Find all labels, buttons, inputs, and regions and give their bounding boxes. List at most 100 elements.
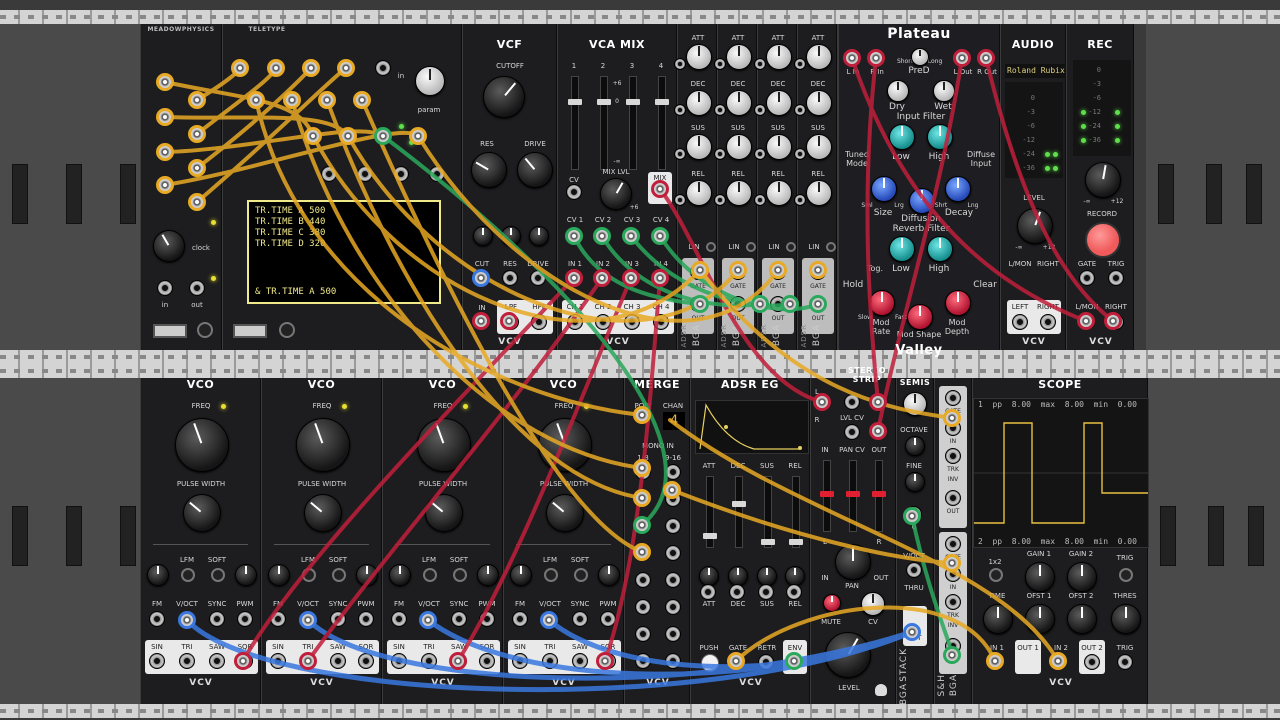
semis-voct-jack[interactable] [906, 562, 922, 578]
adsr-3-sus-cv-jack[interactable] [754, 148, 766, 160]
teletype-trig-4[interactable] [429, 166, 445, 182]
reverb-low-knob[interactable] [889, 236, 915, 262]
rec-level-knob[interactable] [1085, 162, 1121, 198]
adsreg-att-fader[interactable] [703, 476, 717, 548]
vco-2-in-jack-1[interactable] [270, 611, 286, 627]
mod-shape-knob[interactable] [907, 304, 933, 330]
cable-plug-56[interactable] [633, 459, 651, 477]
vco-4-control-4[interactable] [598, 564, 620, 586]
adsreg-dec-fader[interactable] [732, 476, 746, 548]
cable-plug-43[interactable] [953, 49, 971, 67]
scope-out2-jack[interactable] [1084, 654, 1100, 670]
cable-plug-6[interactable] [188, 125, 206, 143]
push-button[interactable] [701, 654, 719, 672]
vco-3-control-2[interactable] [423, 568, 437, 582]
vco-3-control-1[interactable] [389, 564, 411, 586]
cable-plug-11[interactable] [302, 59, 320, 77]
cable-plug-71[interactable] [986, 652, 1004, 670]
hpf-out-jack[interactable] [531, 314, 547, 330]
adsr-3-dec-cv-jack[interactable] [754, 104, 766, 116]
ch1-out-jack[interactable] [567, 314, 583, 330]
cable-plug-37[interactable] [691, 295, 709, 313]
drive-knob[interactable] [517, 152, 553, 188]
adsr-4-lin-button[interactable] [826, 242, 836, 252]
cable-plug-7[interactable] [188, 159, 206, 177]
ofst1-knob[interactable] [1025, 604, 1055, 634]
adsr-3-sus-knob[interactable] [766, 134, 792, 160]
audio-left-jack[interactable] [1012, 314, 1028, 330]
param-knob[interactable] [415, 66, 445, 96]
vco-3-control-3[interactable] [453, 568, 467, 582]
vco-1-in-jack-4[interactable] [237, 611, 253, 627]
cable-plug-17[interactable] [304, 127, 322, 145]
sh-2-gate-jack[interactable] [945, 536, 961, 552]
cable-plug-54[interactable] [596, 652, 614, 670]
vco-1-pw-knob[interactable] [183, 494, 221, 532]
adsr-4-sus-cv-jack[interactable] [794, 148, 806, 160]
cable-plug-53[interactable] [449, 652, 467, 670]
size-knob[interactable] [871, 176, 897, 202]
merge-in-jack-11[interactable] [665, 518, 681, 534]
merge-in-jack-6[interactable] [635, 599, 651, 615]
rec-trig-jack[interactable] [1108, 270, 1124, 286]
res-att-knob[interactable] [501, 226, 521, 246]
adsr-1-rel-cv-jack[interactable] [674, 194, 686, 206]
sh-2-trk-jack[interactable] [945, 594, 961, 610]
sh-1-trk-jack[interactable] [945, 448, 961, 464]
adsr-1-sus-knob[interactable] [686, 134, 712, 160]
mod-depth-knob[interactable] [945, 290, 971, 316]
cable-plug-57[interactable] [633, 489, 651, 507]
vco-2-control-4[interactable] [356, 564, 378, 586]
cable-plug-12[interactable] [337, 59, 355, 77]
teletype-in-jack[interactable] [375, 60, 391, 76]
adsr-2-sus-cv-jack[interactable] [714, 148, 726, 160]
ofst2-knob[interactable] [1067, 604, 1097, 634]
cable-plug-23[interactable] [500, 312, 518, 330]
diffusion-knob[interactable] [909, 188, 935, 214]
vco-3-control-4[interactable] [477, 564, 499, 586]
cable-plug-72[interactable] [1049, 652, 1067, 670]
cable-plug-50[interactable] [540, 611, 558, 629]
cable-plug-15[interactable] [318, 91, 336, 109]
adsr-1-att-knob[interactable] [686, 44, 712, 70]
cable-plug-19[interactable] [374, 127, 392, 145]
cable-plug-66[interactable] [903, 623, 921, 641]
adsr-4-att-knob[interactable] [806, 44, 832, 70]
vco-2-out-jack-4[interactable] [358, 653, 374, 669]
record-button[interactable] [1085, 222, 1121, 258]
cable-plug-52[interactable] [299, 652, 317, 670]
cable-plug-62[interactable] [785, 652, 803, 670]
vco-2-in-jack-4[interactable] [358, 611, 374, 627]
vca-fader-3[interactable] [626, 76, 640, 170]
cable-plug-49[interactable] [419, 611, 437, 629]
adsr-4-rel-knob[interactable] [806, 180, 832, 206]
vco-3-pw-knob[interactable] [425, 494, 463, 532]
clock-knob[interactable] [153, 230, 185, 262]
cable-plug-44[interactable] [977, 49, 995, 67]
cable-plug-27[interactable] [651, 227, 669, 245]
vco-3-out-jack-2[interactable] [421, 653, 437, 669]
ch2-out-jack[interactable] [595, 314, 611, 330]
adsr-4-rel-cv-jack[interactable] [794, 194, 806, 206]
merge-in-jack-8[interactable] [635, 653, 651, 669]
vco-1-freq-knob[interactable] [175, 418, 229, 472]
cable-plug-4[interactable] [156, 176, 174, 194]
vco-4-freq-knob[interactable] [538, 418, 592, 472]
vco-4-in-jack-4[interactable] [600, 611, 616, 627]
cable-plug-14[interactable] [283, 91, 301, 109]
res-cv-jack[interactable] [502, 270, 518, 286]
cable-plug-67[interactable] [903, 507, 921, 525]
adsreg-dec-jack[interactable] [729, 584, 745, 600]
adsreg-att-jack[interactable] [700, 584, 716, 600]
adsr-3-rel-cv-jack[interactable] [754, 194, 766, 206]
vco-1-control-4[interactable] [235, 564, 257, 586]
cable-plug-48[interactable] [299, 611, 317, 629]
adsr-2-rel-knob[interactable] [726, 180, 752, 206]
vco-3-out-jack-1[interactable] [391, 653, 407, 669]
adsr-4-sus-knob[interactable] [806, 134, 832, 160]
rec-gate-jack[interactable] [1079, 270, 1095, 286]
cable-plug-10[interactable] [267, 59, 285, 77]
adsr-3-att-knob[interactable] [766, 44, 792, 70]
cable-plug-9[interactable] [231, 59, 249, 77]
cable-plug-64[interactable] [869, 393, 887, 411]
